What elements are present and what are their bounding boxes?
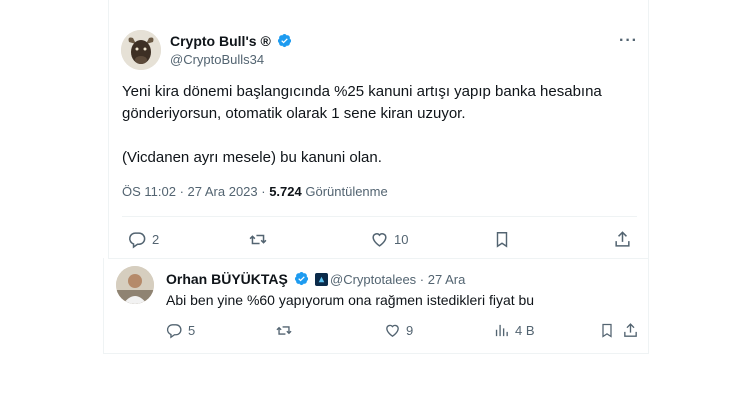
- tweet-text-line-2: gönderiyorsun, otomatik olarak 1 sene ki…: [122, 105, 466, 122]
- tweet-text-line-3: (Vicdanen ayrı mesele) bu kanuni olan.: [122, 149, 382, 166]
- reply-text: Abi ben yine %60 yapıyorum ona rağmen is…: [166, 292, 535, 308]
- like-count: 10: [394, 232, 409, 247]
- reply-icon: [129, 232, 146, 249]
- reply-border-left: [103, 258, 104, 353]
- like-button[interactable]: 10: [370, 230, 408, 249]
- reply-reply-button[interactable]: 5: [166, 322, 195, 339]
- heart-icon: [386, 324, 399, 337]
- retweet-button[interactable]: [248, 230, 273, 249]
- reply-retweet-button[interactable]: [275, 322, 298, 339]
- divider: [103, 353, 649, 354]
- tweet-text-line-1: Yeni kira dönemi başlangıcında %25 kanun…: [122, 83, 602, 100]
- reply-handle-date[interactable]: @Cryptotalees · 27 Ara: [330, 272, 465, 287]
- bull-avatar-icon: [121, 30, 161, 70]
- views-label: Görüntülenme: [301, 184, 388, 199]
- share-icon: [615, 231, 630, 247]
- reply-count: 2: [152, 232, 160, 247]
- card-border-right: [648, 0, 649, 353]
- affiliate-badge-icon: [314, 273, 328, 286]
- reply-like-count: 9: [406, 323, 414, 338]
- analytics-icon: [495, 324, 508, 337]
- retweet-icon: [249, 234, 267, 245]
- share-icon: [624, 323, 637, 337]
- tweet-meta: ÖS 11:02 · 27 Ara 2023 · 5.724 Görüntüle…: [122, 184, 388, 199]
- reply-views-count: 4 B: [515, 323, 535, 338]
- retweet-icon: [276, 326, 292, 335]
- timestamp[interactable]: ÖS 11:02 · 27 Ara 2023 ·: [122, 184, 269, 199]
- share-button[interactable]: [613, 230, 632, 249]
- reply-like-button[interactable]: 9: [384, 322, 413, 339]
- bookmark-icon: [602, 323, 612, 338]
- reply-avatar[interactable]: [116, 266, 154, 304]
- person-avatar-icon: [116, 266, 154, 304]
- avatar[interactable]: [121, 30, 161, 70]
- more-options-icon[interactable]: ···: [619, 32, 638, 50]
- reply-share-button[interactable]: [622, 322, 639, 339]
- bookmark-button[interactable]: [493, 230, 511, 249]
- reply-bookmark-button[interactable]: [599, 322, 615, 339]
- author-name-text[interactable]: Crypto Bull's ®: [170, 33, 271, 49]
- divider: [122, 216, 637, 217]
- heart-icon: [372, 233, 387, 247]
- reply-author-name-text[interactable]: Orhan BÜYÜKTAŞ: [166, 271, 288, 287]
- reply-button[interactable]: 2: [128, 230, 159, 249]
- reply-reply-count: 5: [188, 323, 196, 338]
- reply-author-name[interactable]: Orhan BÜYÜKTAŞ: [166, 271, 328, 287]
- divider: [108, 258, 649, 259]
- bookmark-icon: [496, 232, 508, 248]
- verified-badge-icon: [294, 271, 308, 286]
- views-count: 5.724: [269, 184, 302, 199]
- verified-badge-icon: [277, 33, 291, 48]
- author-handle[interactable]: @CryptoBulls34: [170, 52, 264, 67]
- reply-views-button[interactable]: 4 B: [493, 322, 535, 339]
- author-name[interactable]: Crypto Bull's ®: [170, 33, 292, 49]
- card-border-left: [108, 0, 109, 258]
- reply-icon: [166, 324, 182, 339]
